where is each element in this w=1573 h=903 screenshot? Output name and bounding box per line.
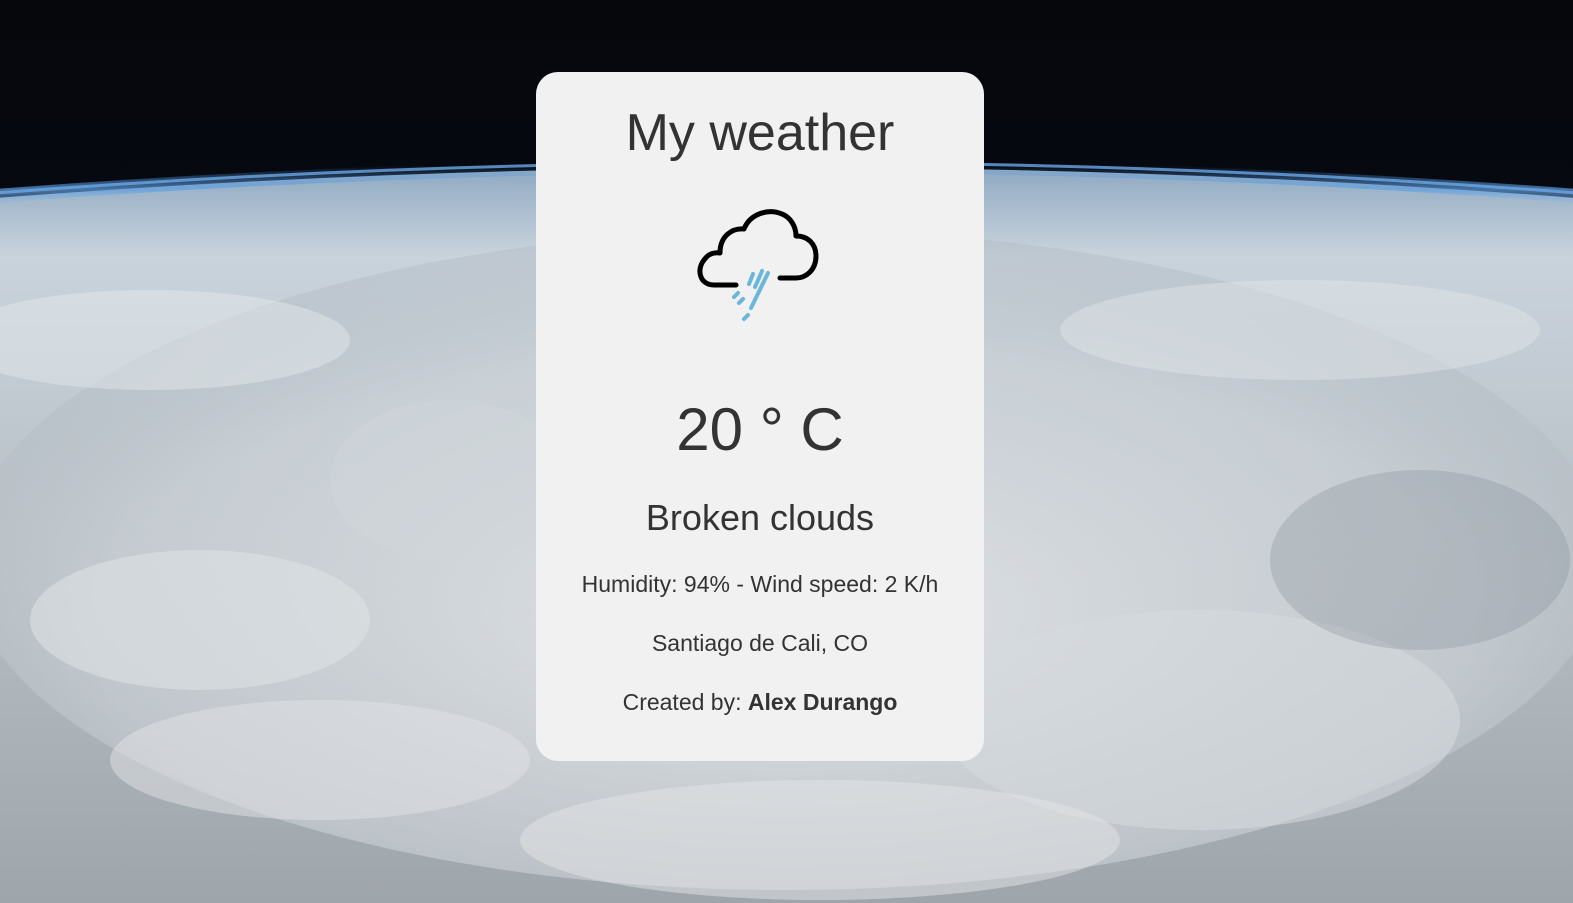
- created-by-label: Created by:: [622, 689, 742, 715]
- author-name: Alex Durango: [747, 689, 898, 715]
- weather-description: Broken clouds: [645, 497, 875, 538]
- humidity-wind-details: Humidity: 94% - Wind speed: 2 K/h: [581, 571, 939, 597]
- app-title: My weather: [625, 104, 895, 162]
- weather-card: My weather 20 ° C Broken clouds Humidity…: [536, 72, 984, 761]
- temperature-value: 20 ° C: [676, 396, 844, 463]
- credits-line: Created by: Alex Durango: [536, 687, 984, 717]
- rain-cloud-icon: [692, 198, 828, 334]
- location-label: Santiago de Cali, CO: [651, 630, 869, 656]
